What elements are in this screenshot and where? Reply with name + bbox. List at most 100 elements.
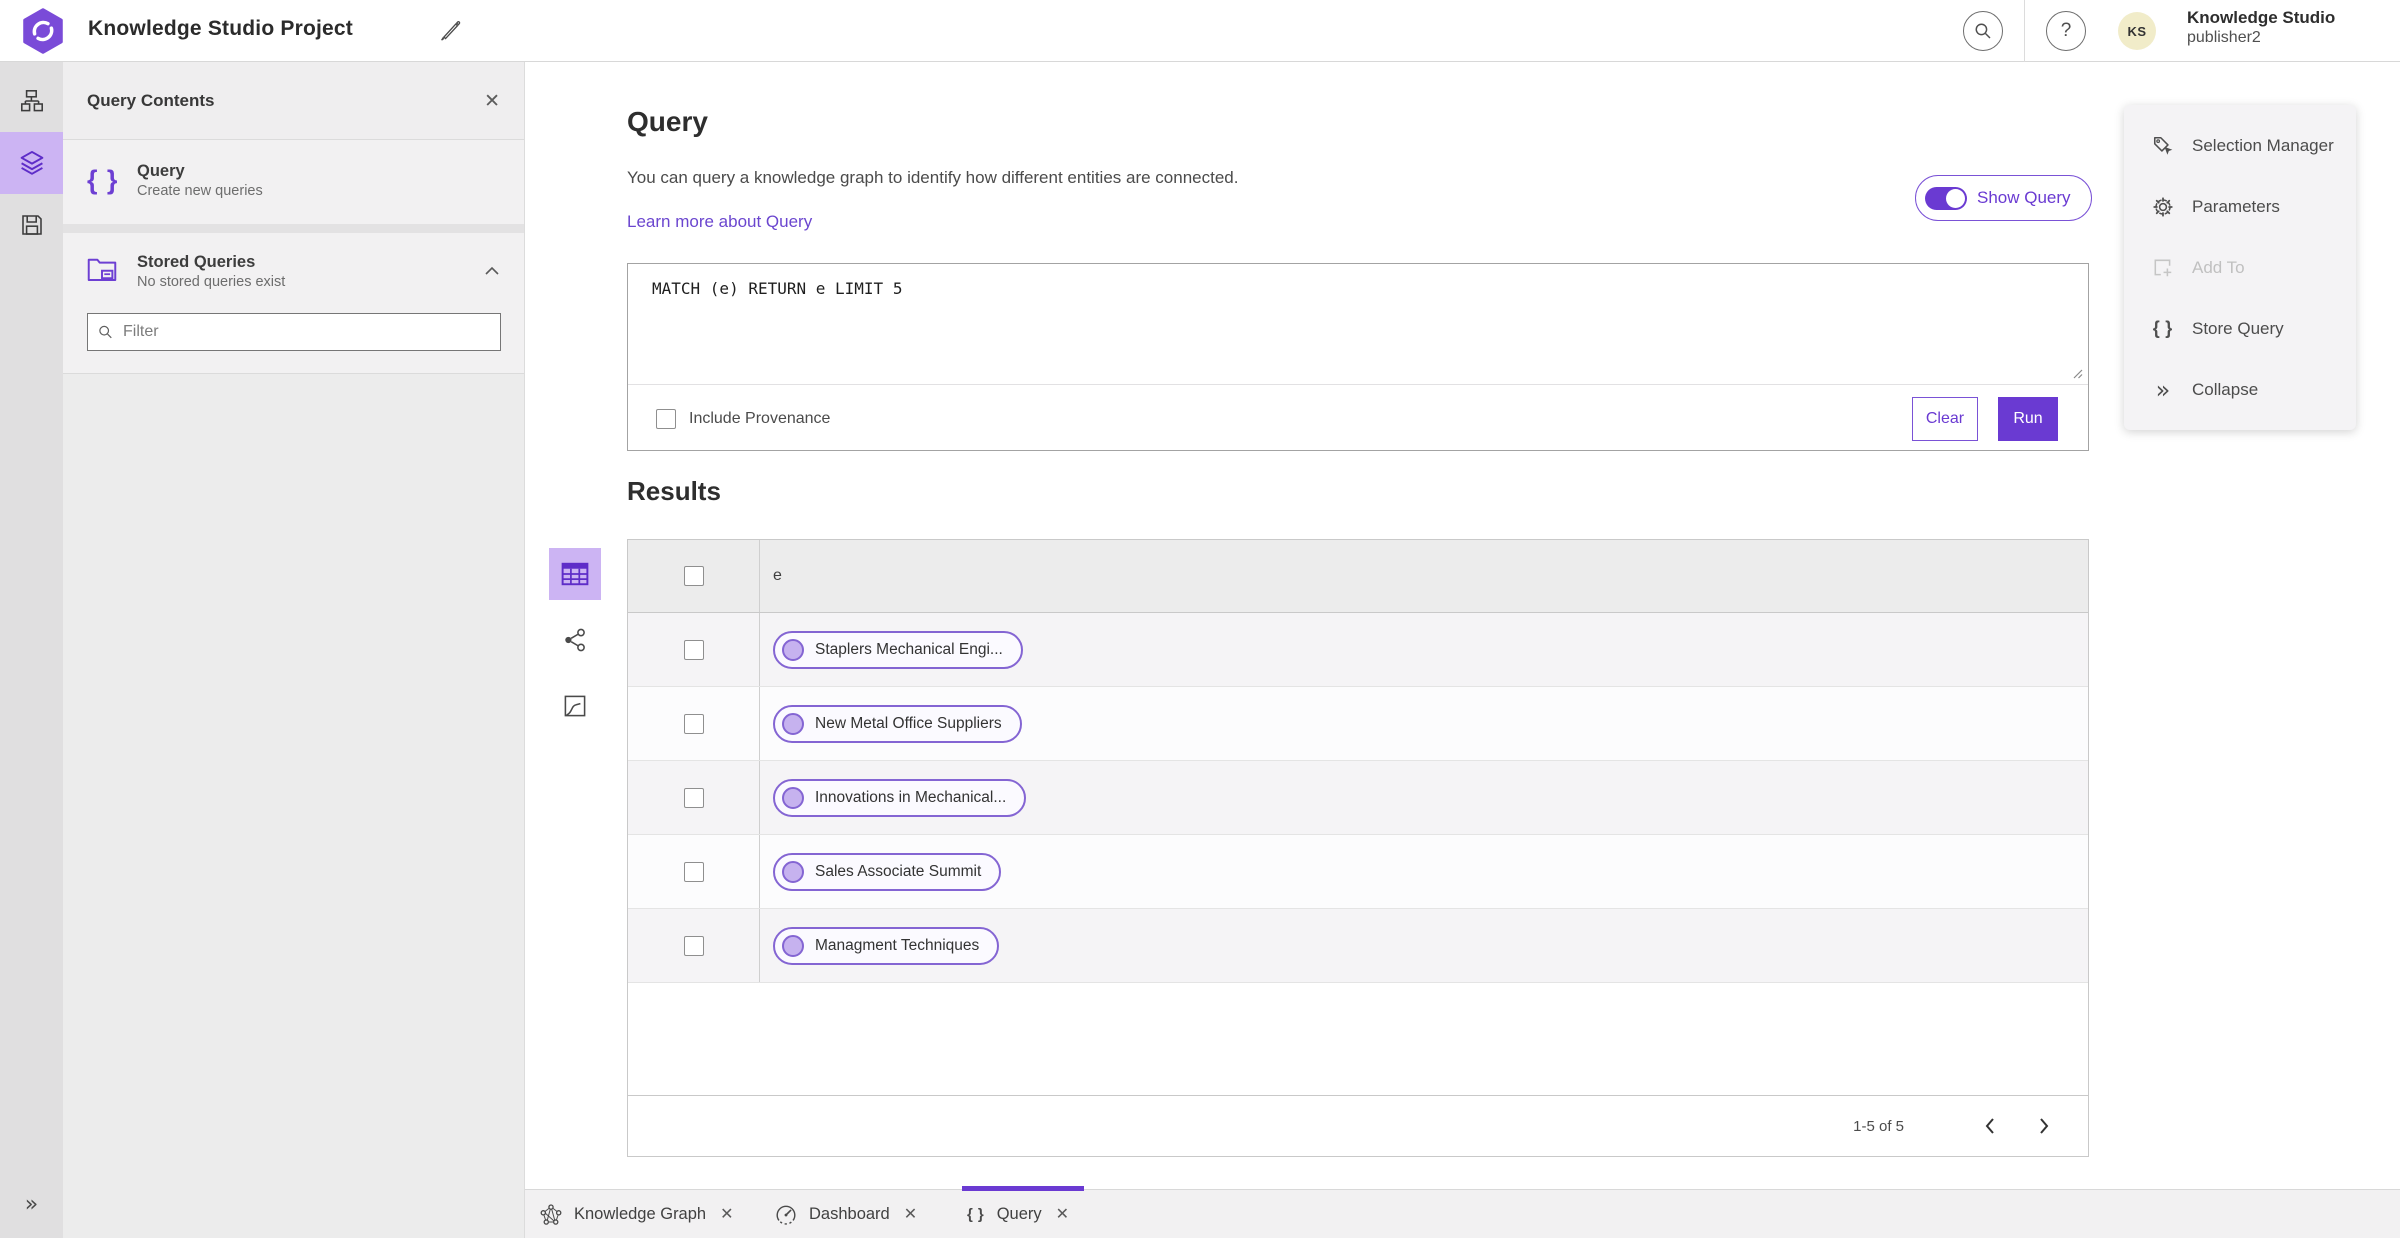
collapse-item[interactable]: » Collapse [2124, 359, 2356, 420]
dashboard-icon [776, 1205, 796, 1225]
top-bar: Knowledge Studio Project ? KS Knowledge … [0, 0, 2400, 62]
column-header-e: e [773, 567, 782, 584]
close-panel-icon[interactable]: ✕ [484, 90, 500, 112]
tab-dashboard[interactable]: Dashboard ✕ [775, 1190, 917, 1238]
results-view-switcher [549, 548, 601, 746]
pagination-label: 1-5 of 5 [1853, 1117, 1904, 1135]
entity-dot-icon [782, 860, 804, 883]
selection-manager-icon [2150, 135, 2176, 157]
header-divider [2024, 0, 2025, 62]
row-checkbox[interactable] [683, 713, 704, 734]
query-controls: Include Provenance Clear Run [628, 386, 2088, 451]
double-chevron-right-icon: » [2155, 375, 2171, 404]
sidebar-item-label: Query [137, 162, 185, 180]
query-contents-panel: Query Contents ✕ { } Query Create new qu… [63, 62, 525, 1238]
stored-folder-icon [87, 256, 137, 287]
close-tab-icon[interactable]: ✕ [1054, 1204, 1069, 1225]
knowledge-studio-logo-icon [22, 8, 64, 59]
filter-field [87, 312, 501, 351]
gear-icon [2150, 196, 2176, 218]
table-header-row: e [628, 540, 2088, 613]
results-title: Results [627, 476, 721, 506]
stored-queries-section: Stored Queries No stored queries exist [63, 232, 524, 373]
tab-knowledge-graph[interactable]: Knowledge Graph ✕ [540, 1190, 734, 1238]
data-model-icon[interactable] [0, 70, 63, 132]
toggle-switch[interactable] [1925, 186, 1967, 210]
avatar[interactable]: KS [2118, 12, 2156, 50]
parameters-item[interactable]: Parameters [2124, 176, 2356, 237]
sidebar-item-stored-queries[interactable]: Stored Queries No stored queries exist [87, 251, 500, 293]
run-button[interactable]: Run [1998, 396, 2058, 441]
store-query-item[interactable]: { } Store Query [2124, 298, 2356, 359]
add-to-item: Add To [2124, 237, 2356, 298]
section-divider [63, 223, 524, 233]
include-provenance-checkbox[interactable] [656, 408, 676, 429]
row-checkbox[interactable] [683, 787, 704, 808]
row-checkbox[interactable] [683, 861, 704, 882]
knowledge-graph-icon [540, 1203, 562, 1225]
help-icon[interactable]: ? [2046, 11, 2086, 51]
chevron-right-icon[interactable] [2026, 1108, 2062, 1144]
results-table: e Staplers Mechanical Engi... New Metal … [627, 539, 2089, 1157]
entity-dot-icon [782, 712, 804, 735]
map-view-icon[interactable] [549, 680, 601, 732]
entity-dot-icon [782, 786, 804, 809]
show-query-label: Show Query [1977, 188, 2071, 207]
project-title: Knowledge Studio Project [88, 17, 353, 40]
learn-more-link[interactable]: Learn more about Query [627, 212, 812, 232]
table-pagination: 1-5 of 5 [628, 1095, 2088, 1156]
table-row: Sales Associate Summit [628, 835, 2088, 909]
selection-manager-item[interactable]: Selection Manager [2124, 115, 2356, 176]
tools-panel: Selection Manager Parameters Add To {} … [2124, 105, 2356, 430]
entity-dot-icon [782, 638, 804, 661]
entity-pill[interactable]: Sales Associate Summit [773, 852, 1002, 891]
table-row: Staplers Mechanical Engi... [628, 613, 2088, 687]
resize-handle[interactable] [2070, 366, 2084, 385]
left-icon-rail: » [0, 62, 63, 1238]
table-row: Managment Techniques [628, 909, 2088, 983]
panel-header: Query Contents ✕ [63, 62, 524, 140]
sidebar-item-description: No stored queries exist [137, 274, 286, 291]
entity-pill[interactable]: New Metal Office Suppliers [773, 704, 1022, 743]
search-icon[interactable] [1963, 11, 2003, 51]
filter-input[interactable] [122, 322, 490, 341]
table-row: Innovations in Mechanical... [628, 761, 2088, 835]
sidebar-item-query[interactable]: { } Query Create new queries [63, 140, 524, 224]
user-role: publisher2 [2187, 29, 2261, 47]
chevron-left-icon[interactable] [1972, 1108, 2008, 1144]
entity-pill[interactable]: Managment Techniques [773, 926, 1000, 965]
edit-title-button[interactable] [436, 18, 464, 46]
query-view: Query You can query a knowledge graph to… [525, 62, 2400, 1189]
query-input[interactable]: MATCH (e) RETURN e LIMIT 5 [628, 264, 2088, 385]
select-all-checkbox[interactable] [683, 566, 704, 586]
link-chart-view-icon[interactable] [549, 614, 601, 666]
table-view-icon[interactable] [549, 548, 601, 600]
close-tab-icon[interactable]: ✕ [902, 1204, 917, 1225]
tab-query[interactable]: { } Query ✕ [967, 1190, 1069, 1238]
knowledge-studio-app: Knowledge Studio Project ? KS Knowledge … [0, 0, 2400, 1238]
query-editor: MATCH (e) RETURN e LIMIT 5 Include Prove… [627, 263, 2089, 451]
row-checkbox[interactable] [683, 639, 704, 660]
braces-icon: { } [967, 1206, 985, 1223]
panel-title: Query Contents [87, 90, 215, 110]
show-query-toggle[interactable]: Show Query [1915, 175, 2092, 221]
search-icon [99, 325, 112, 338]
sidebar-item-description: Create new queries [137, 183, 263, 200]
layers-icon[interactable] [0, 132, 63, 194]
entity-pill[interactable]: Staplers Mechanical Engi... [773, 630, 1023, 669]
sidebar-item-label: Stored Queries [137, 252, 256, 271]
user-info[interactable]: Knowledge Studio publisher2 [2187, 8, 2335, 48]
section-divider [63, 372, 524, 374]
braces-icon: { } [2152, 318, 2174, 338]
row-checkbox[interactable] [683, 935, 704, 956]
view-tabs-bar: Knowledge Graph ✕ Dashboard ✕ { } Query … [525, 1186, 2400, 1238]
user-name: Knowledge Studio [2187, 8, 2336, 27]
save-icon[interactable] [0, 194, 63, 256]
entity-pill[interactable]: Innovations in Mechanical... [773, 778, 1027, 817]
close-tab-icon[interactable]: ✕ [718, 1204, 733, 1225]
clear-button[interactable]: Clear [1912, 396, 1978, 441]
expand-rail-icon[interactable]: » [0, 1184, 63, 1224]
query-description: You can query a knowledge graph to ident… [627, 168, 1239, 187]
chevron-up-icon[interactable] [484, 264, 500, 279]
include-provenance-label: Include Provenance [689, 409, 831, 427]
